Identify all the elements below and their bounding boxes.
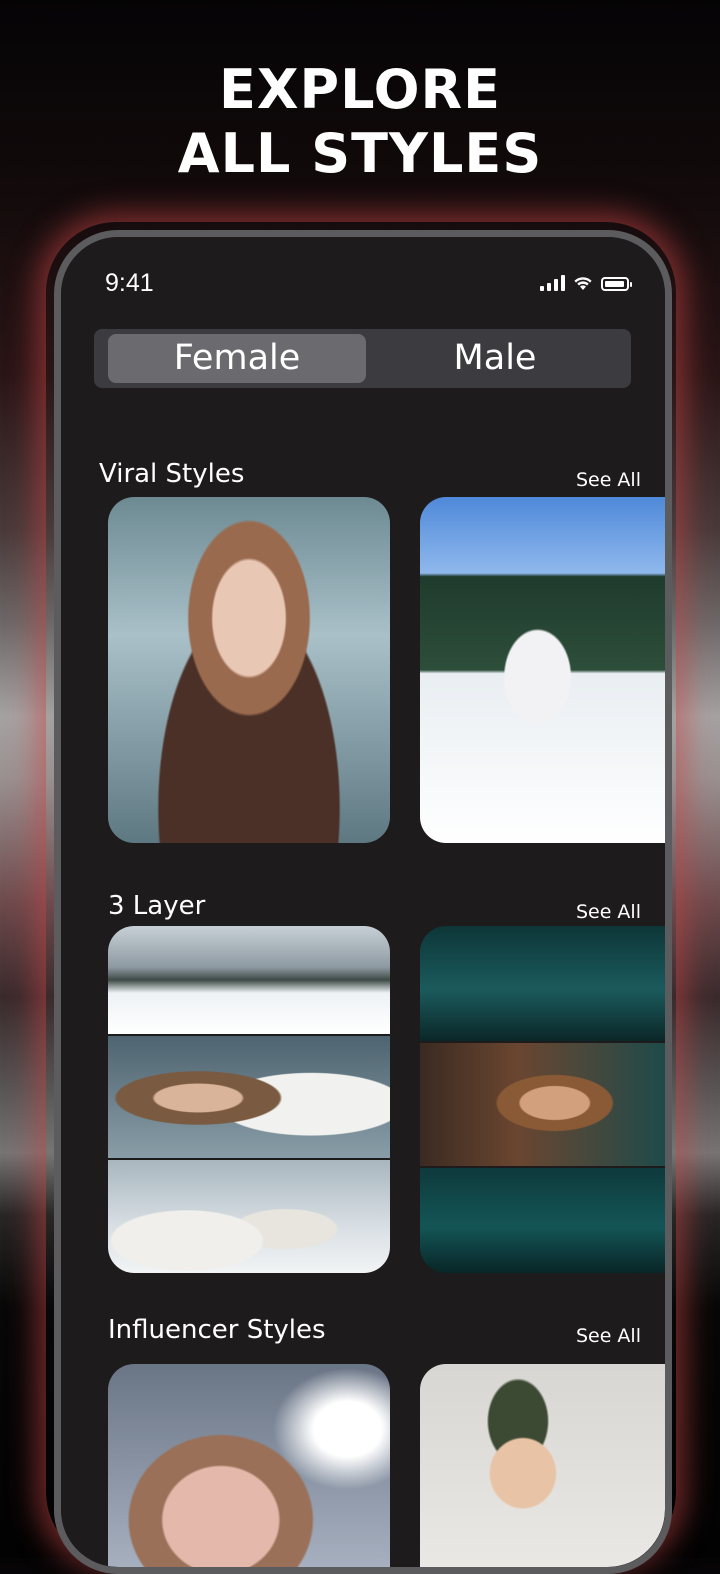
cellular-signal-icon bbox=[540, 275, 565, 291]
layer-strip bbox=[420, 1041, 665, 1168]
layer-strip bbox=[420, 926, 665, 1041]
section-title-influencer-styles: Influencer Styles bbox=[108, 1315, 326, 1345]
layer-strip bbox=[108, 926, 390, 1034]
three-layer-card-neon-city[interactable] bbox=[420, 926, 665, 1273]
see-all-3-layer[interactable]: See All bbox=[576, 901, 641, 923]
status-time: 9:41 bbox=[105, 269, 154, 297]
gender-segmented-control: Female Male bbox=[94, 329, 631, 388]
layer-strip bbox=[108, 1158, 390, 1273]
tab-female[interactable]: Female bbox=[108, 334, 366, 383]
section-title-3-layer: 3 Layer bbox=[108, 891, 206, 921]
see-all-viral-styles[interactable]: See All bbox=[576, 469, 641, 491]
hero-title-line-2: ALL STYLES bbox=[177, 122, 543, 185]
influencer-style-card-flash-selfie[interactable] bbox=[108, 1364, 390, 1567]
status-bar: 9:41 bbox=[61, 237, 665, 327]
viral-style-card-snow-fur[interactable] bbox=[108, 497, 390, 843]
app-screen: 9:41 Female Male Viral Styles See All 3 … bbox=[61, 237, 665, 1567]
three-layer-card-polar-bear[interactable] bbox=[108, 926, 390, 1273]
layer-strip bbox=[108, 1034, 390, 1160]
tab-male[interactable]: Male bbox=[366, 334, 624, 383]
influencer-style-card-mirror-selfie[interactable] bbox=[420, 1364, 665, 1567]
hero-title-line-1: EXPLORE bbox=[219, 58, 501, 121]
viral-style-card-ski-slope[interactable] bbox=[420, 497, 665, 843]
hero-title: EXPLORE ALL STYLES bbox=[0, 58, 720, 186]
status-icons bbox=[540, 275, 632, 291]
section-title-viral-styles: Viral Styles bbox=[99, 459, 245, 489]
see-all-influencer-styles[interactable]: See All bbox=[576, 1325, 641, 1347]
phone-frame: 9:41 Female Male Viral Styles See All 3 … bbox=[54, 230, 672, 1574]
layer-strip bbox=[420, 1166, 665, 1273]
wifi-icon bbox=[574, 277, 592, 290]
battery-icon bbox=[601, 277, 632, 291]
